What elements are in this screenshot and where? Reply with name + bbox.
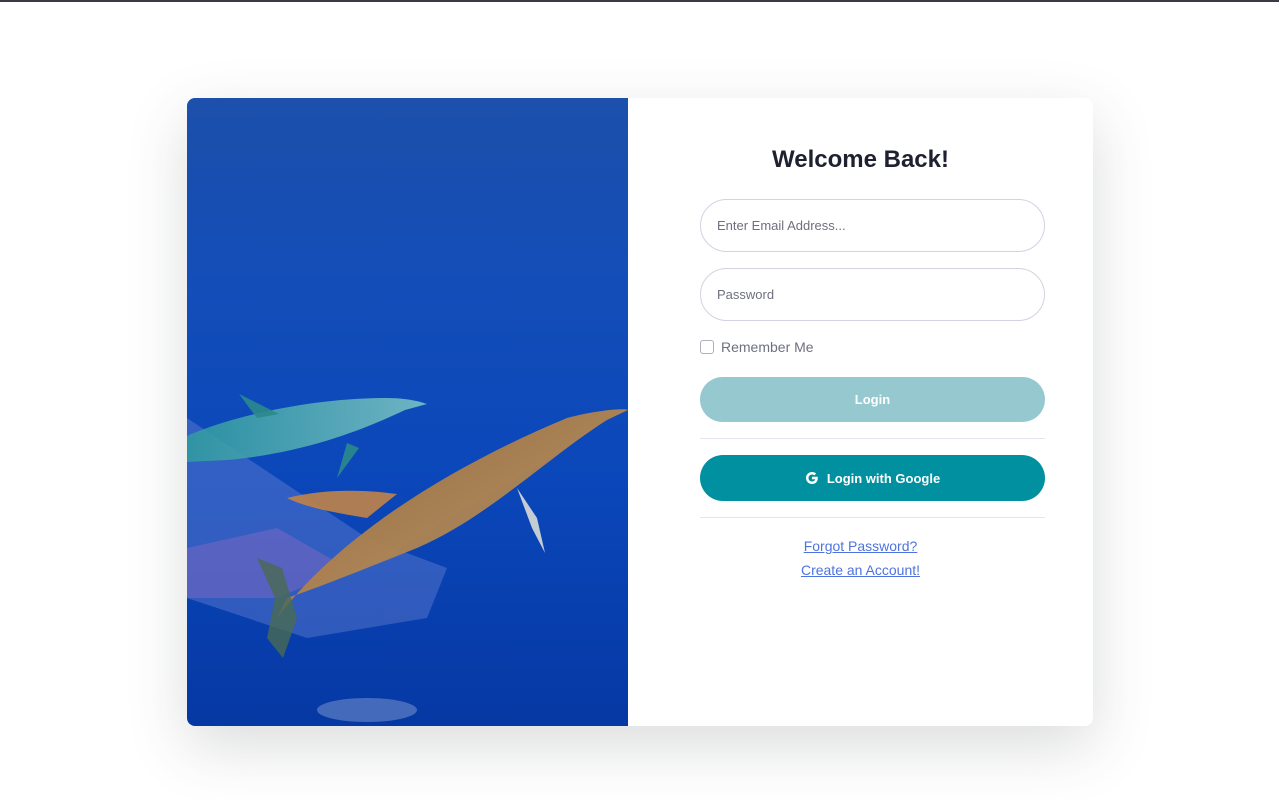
dolphin-illustration — [187, 98, 628, 726]
login-button-label: Login — [854, 392, 891, 407]
remember-me[interactable]: Remember Me — [700, 339, 814, 355]
login-card: Welcome Back! Remember Me Login Login wi… — [187, 98, 1093, 726]
email-field[interactable] — [700, 199, 1045, 252]
page-title: Welcome Back! — [772, 146, 949, 173]
remember-label: Remember Me — [721, 339, 814, 355]
login-with-google-button[interactable]: Login with Google — [700, 455, 1045, 501]
login-form: Welcome Back! Remember Me Login Login wi… — [628, 98, 1093, 726]
divider — [700, 517, 1045, 518]
dolphin-image — [187, 98, 628, 726]
divider — [700, 438, 1045, 439]
login-button[interactable]: Login — [700, 377, 1045, 422]
top-border — [0, 0, 1279, 2]
google-icon — [805, 471, 819, 485]
remember-checkbox[interactable] — [700, 340, 714, 354]
forgot-password-link[interactable]: Forgot Password? — [628, 538, 1093, 554]
password-field[interactable] — [700, 268, 1045, 321]
google-button-label: Login with Google — [826, 470, 941, 486]
create-account-link[interactable]: Create an Account! — [628, 562, 1093, 578]
